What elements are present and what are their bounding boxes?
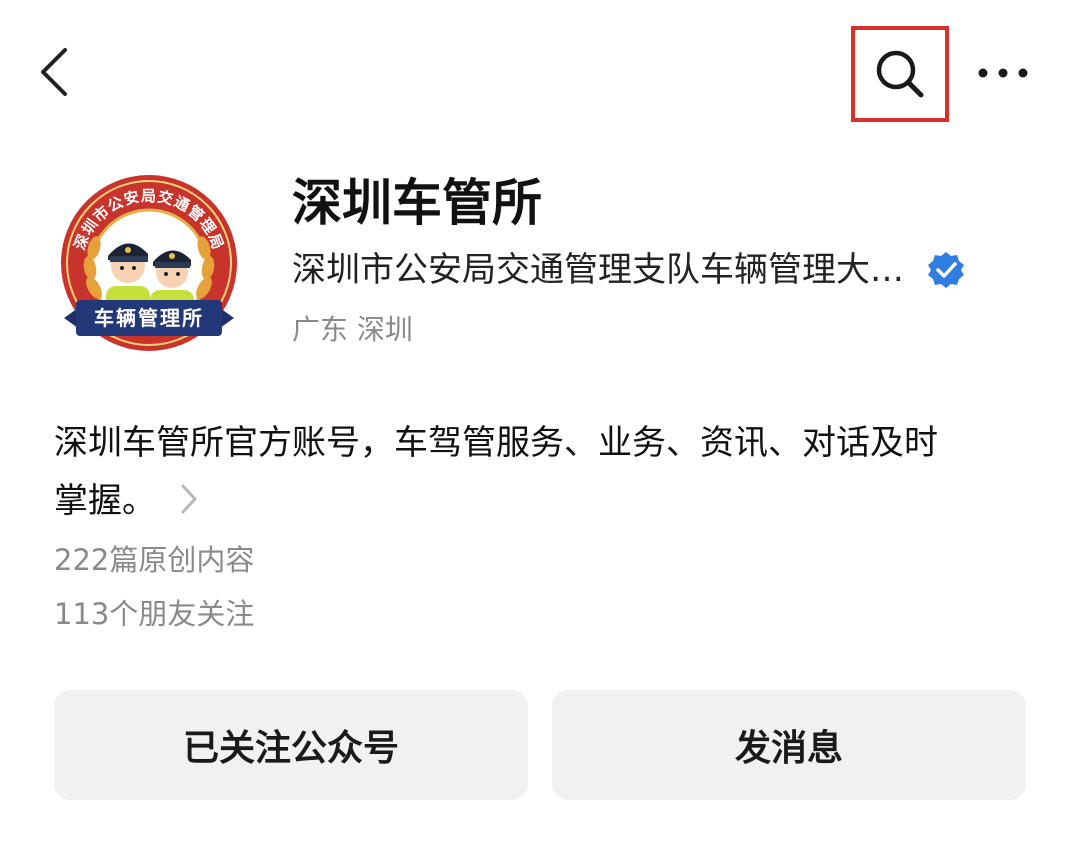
verified-entity-name: 深圳市公安局交通管理支队车辆管理大…: [292, 250, 904, 290]
verified-entity-row[interactable]: 深圳市公安局交通管理支队车辆管理大…: [292, 240, 1042, 300]
account-logo: 深圳市公安局交通管理局 车辆管理所: [61, 175, 237, 351]
svg-text:车辆管理所: 车辆管理所: [94, 306, 204, 330]
description-line-2: 掌握。: [54, 481, 156, 521]
more-horizontal-icon: [978, 68, 1028, 78]
search-button[interactable]: [851, 26, 949, 122]
account-description[interactable]: 深圳车管所官方账号，车驾管服务、业务、资讯、对话及时 掌握。: [54, 414, 1044, 530]
friends-following-count[interactable]: 113个朋友关注: [54, 590, 254, 638]
description-line-2-wrap: 掌握。: [54, 472, 1044, 530]
account-name: 深圳车管所: [292, 174, 542, 232]
followed-official-account-button[interactable]: 已关注公众号: [54, 690, 528, 800]
search-icon: [876, 50, 924, 98]
more-options-button[interactable]: [968, 46, 1038, 100]
back-button[interactable]: [26, 40, 82, 104]
account-location: 广东 深圳: [292, 313, 413, 346]
chevron-left-icon: [41, 48, 67, 96]
send-message-button[interactable]: 发消息: [552, 690, 1026, 800]
account-avatar[interactable]: 深圳市公安局交通管理局 车辆管理所: [54, 168, 244, 358]
chevron-right-icon: [181, 484, 197, 513]
description-line-1: 深圳车管所官方账号，车驾管服务、业务、资讯、对话及时: [54, 423, 938, 463]
verified-badge-icon: [928, 252, 964, 288]
original-articles-count[interactable]: 222篇原创内容: [54, 536, 254, 584]
